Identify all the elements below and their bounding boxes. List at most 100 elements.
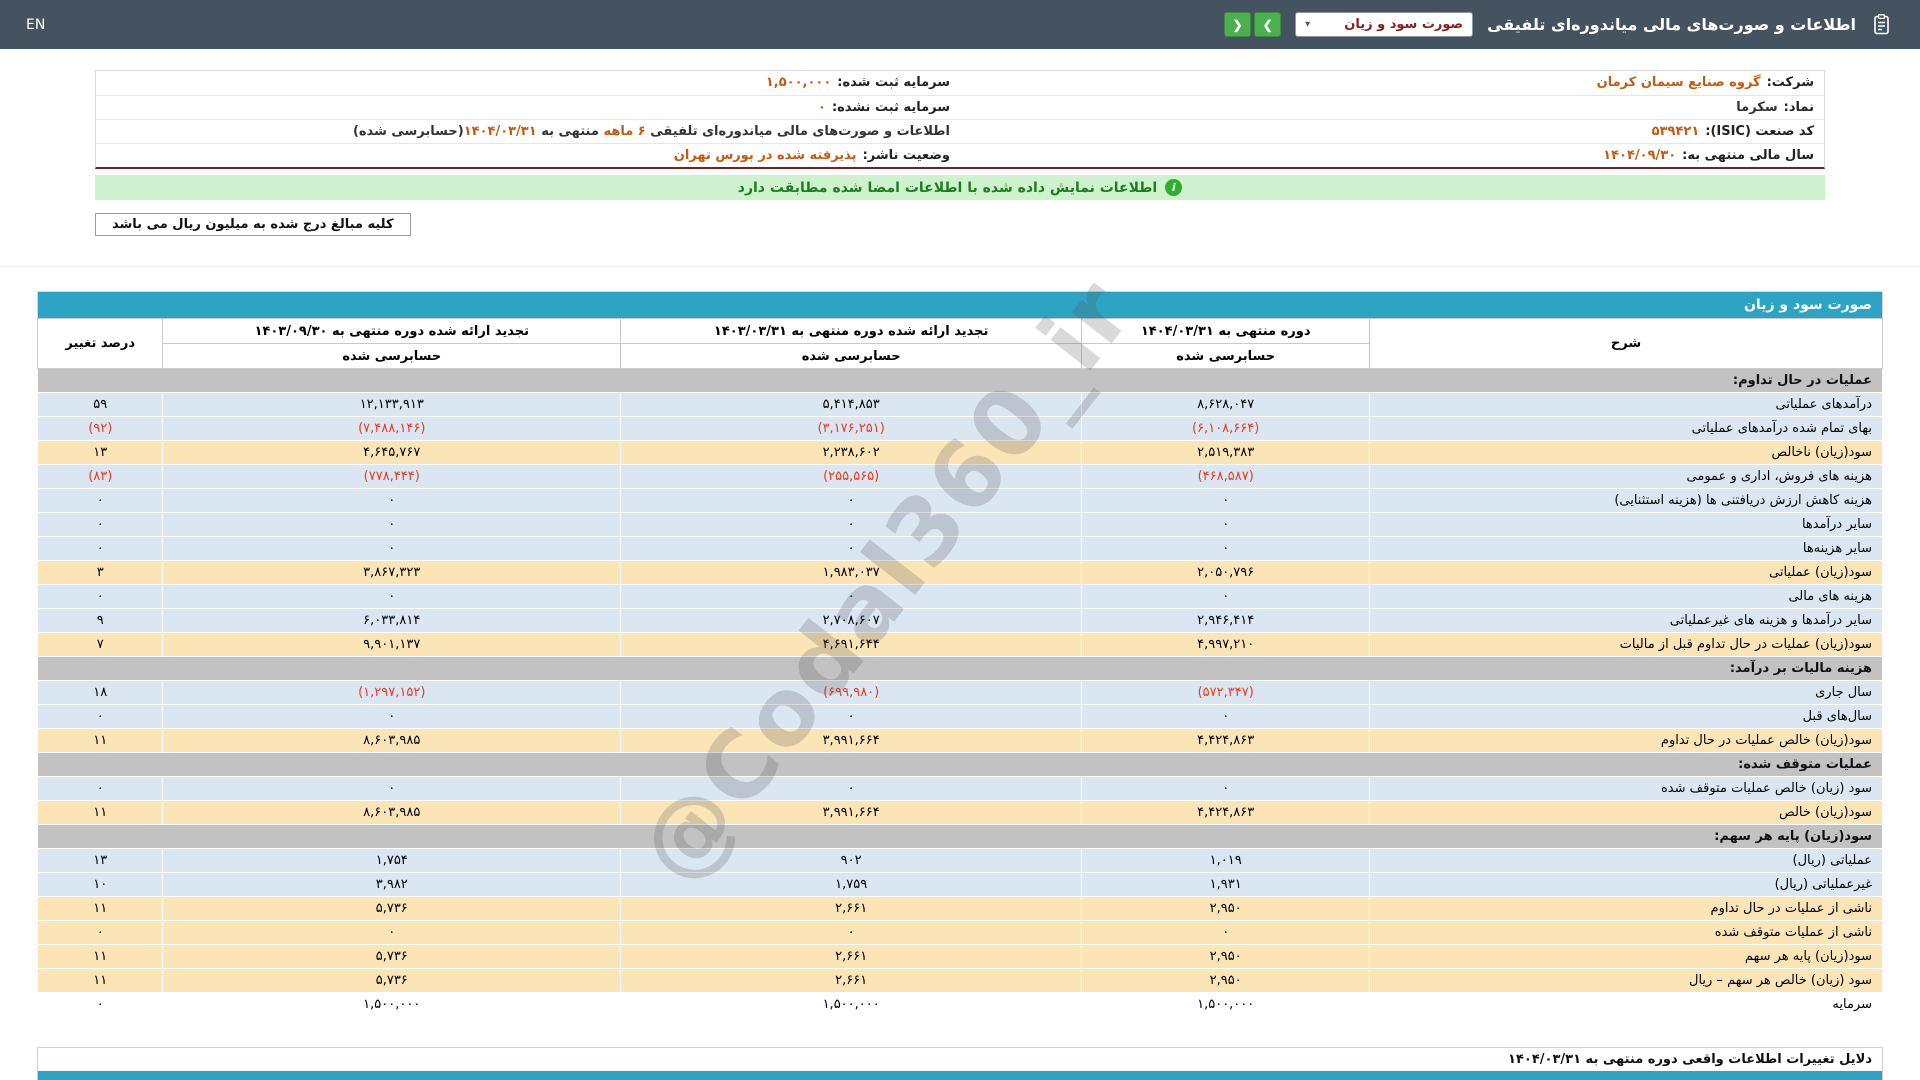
data-row: سود (زیان) خالص هر سهم – ریال۲,۹۵۰۲,۶۶۱۵… bbox=[38, 969, 1883, 993]
section-row: عملیات متوقف شده: bbox=[38, 753, 1883, 777]
company-info-text: ۱,۵۰۰,۰۰۰ bbox=[766, 75, 831, 90]
value-cell: ۱,۹۸۳,۰۳۷ bbox=[621, 561, 1082, 585]
row-label: سود(زیان) عملیاتی bbox=[1370, 561, 1883, 585]
statement-title: صورت سود و زیان bbox=[38, 292, 1883, 319]
company-info-cell: سال مالی منتهی به: ۱۴۰۴/۰۹/۳۰ bbox=[960, 143, 1824, 167]
column-header-period3: تجدید ارائه شده دوره منتهی به ۱۴۰۳/۰۹/۳۰ bbox=[163, 319, 621, 344]
statement-header-row: شرح دوره منتهی به ۱۴۰۴/۰۳/۳۱ تجدید ارائه… bbox=[38, 319, 1883, 344]
value-cell: ۰ bbox=[1082, 513, 1370, 537]
row-label: سود(زیان) پایه هر سهم bbox=[1370, 945, 1883, 969]
value-cell: ۱,۵۰۰,۰۰۰ bbox=[1082, 993, 1370, 1017]
company-info-text: پذیرفته شده در بورس تهران bbox=[674, 148, 857, 163]
row-label: ناشی از عملیات در حال تداوم bbox=[1370, 897, 1883, 921]
value-cell: ۱۰ bbox=[38, 873, 163, 897]
data-row: سود(زیان) خالص عملیات در حال تداوم۴,۴۲۴,… bbox=[38, 729, 1883, 753]
company-info-text: ۱۴۰۴/۰۹/۳۰ bbox=[1603, 148, 1676, 163]
company-info-cell: کد صنعت (ISIC):۵۳۹۴۲۱ bbox=[960, 119, 1824, 143]
company-info-cell: شرکت:گروه صنایع سیمان کرمان bbox=[960, 71, 1824, 95]
value-cell: (۵۷۲,۳۴۷) bbox=[1082, 681, 1370, 705]
footer-title: دلایل تغییرات اطلاعات واقعی دوره منتهی ب… bbox=[38, 1048, 1882, 1071]
value-cell: ۵۹ bbox=[38, 393, 163, 417]
value-cell: (۶,۱۰۸,۶۶۴) bbox=[1082, 417, 1370, 441]
language-toggle[interactable]: EN bbox=[26, 17, 45, 33]
value-cell: ۳,۹۹۱,۶۶۴ bbox=[621, 801, 1082, 825]
company-info-cell: وضعیت ناشر:پذیرفته شده در بورس تهران bbox=[96, 143, 960, 167]
section-row: عملیات در حال تداوم: bbox=[38, 369, 1883, 393]
value-cell: ۴,۶۴۵,۷۶۷ bbox=[163, 441, 621, 465]
value-cell: ۰ bbox=[163, 585, 621, 609]
data-row: سال جاری(۵۷۲,۳۴۷)(۶۹۹,۹۸۰)(۱,۲۹۷,۱۵۲)۱۸ bbox=[38, 681, 1883, 705]
report-icon bbox=[1870, 13, 1894, 37]
company-info-text: سال مالی منتهی به: bbox=[1682, 148, 1814, 163]
row-label: سود (زیان) خالص عملیات متوقف شده bbox=[1370, 777, 1883, 801]
value-cell: ۳ bbox=[38, 561, 163, 585]
value-cell: ۹ bbox=[38, 609, 163, 633]
value-cell: ۲,۹۴۶,۴۱۴ bbox=[1082, 609, 1370, 633]
row-label: سایر هزینه‌ها bbox=[1370, 537, 1883, 561]
nav-back-button[interactable]: ❮ bbox=[1224, 12, 1251, 37]
value-cell: ۰ bbox=[1082, 777, 1370, 801]
value-cell: ۰ bbox=[621, 777, 1082, 801]
value-cell: ۹,۹۰۱,۱۳۷ bbox=[163, 633, 621, 657]
data-row: سایر هزینه‌ها۰۰۰۰ bbox=[38, 537, 1883, 561]
value-cell: ۱۱ bbox=[38, 801, 163, 825]
value-cell: ۲,۶۶۱ bbox=[621, 897, 1082, 921]
data-row: سود(زیان) عملیاتی۲,۰۵۰,۷۹۶۱,۹۸۳,۰۳۷۳,۸۶۷… bbox=[38, 561, 1883, 585]
value-cell: ۴,۶۹۱,۶۴۴ bbox=[621, 633, 1082, 657]
footer-teal-bar bbox=[38, 1071, 1882, 1080]
company-info-cell: اطلاعات و صورت‌های مالی میاندوره‌ای تلفی… bbox=[96, 119, 960, 143]
value-cell: ۸,۶۰۳,۹۸۵ bbox=[163, 801, 621, 825]
row-label: سال جاری bbox=[1370, 681, 1883, 705]
company-info-text: ۱۴۰۴/۰۳/۳۱ bbox=[464, 124, 537, 139]
value-cell: ۷ bbox=[38, 633, 163, 657]
page-title: اطلاعات و صورت‌های مالی میاندوره‌ای تلفی… bbox=[1487, 15, 1856, 34]
value-cell: ۰ bbox=[1082, 705, 1370, 729]
row-label: سود (زیان) خالص هر سهم – ریال bbox=[1370, 969, 1883, 993]
company-info-text: کد صنعت (ISIC): bbox=[1705, 124, 1814, 139]
value-cell: ۴,۴۲۴,۸۶۳ bbox=[1082, 729, 1370, 753]
statement-type-select[interactable]: صورت سود و زیان ▾ bbox=[1295, 12, 1473, 37]
section-row: سود(زیان) پایه هر سهم: bbox=[38, 825, 1883, 849]
value-cell: ۱,۵۰۰,۰۰۰ bbox=[621, 993, 1082, 1017]
row-label: عملیاتی (ریال) bbox=[1370, 849, 1883, 873]
value-cell: ۰ bbox=[621, 513, 1082, 537]
data-row: سود(زیان) ناخالص۲,۵۱۹,۳۸۳۲,۲۳۸,۶۰۲۴,۶۴۵,… bbox=[38, 441, 1883, 465]
company-info-cell: سرمایه ثبت شده:۱,۵۰۰,۰۰۰ bbox=[96, 71, 960, 95]
data-row: هزینه های مالی۰۰۰۰ bbox=[38, 585, 1883, 609]
company-info-row: شرکت:گروه صنایع سیمان کرمانسرمایه ثبت شد… bbox=[96, 71, 1824, 95]
data-row: سود(زیان) خالص۴,۴۲۴,۸۶۳۳,۹۹۱,۶۶۴۸,۶۰۳,۹۸… bbox=[38, 801, 1883, 825]
data-row: بهای تمام شده درآمدهای عملیاتی(۶,۱۰۸,۶۶۴… bbox=[38, 417, 1883, 441]
value-cell: ۳,۹۹۱,۶۶۴ bbox=[621, 729, 1082, 753]
value-cell: ۰ bbox=[1082, 921, 1370, 945]
section-label: هزینه مالیات بر درآمد: bbox=[38, 657, 1883, 681]
value-cell: (۱,۲۹۷,۱۵۲) bbox=[163, 681, 621, 705]
section-label: سود(زیان) پایه هر سهم: bbox=[38, 825, 1883, 849]
value-cell: ۱۱ bbox=[38, 897, 163, 921]
nav-forward-button[interactable]: ❯ bbox=[1254, 12, 1281, 37]
value-cell: ۵,۴۱۴,۸۵۳ bbox=[621, 393, 1082, 417]
info-icon: i bbox=[1165, 179, 1182, 196]
value-cell: ۵,۷۳۶ bbox=[163, 969, 621, 993]
data-row: سرمایه۱,۵۰۰,۰۰۰۱,۵۰۰,۰۰۰۱,۵۰۰,۰۰۰۰ bbox=[38, 993, 1883, 1017]
column-header-pct-change: درصد تغییر bbox=[38, 319, 163, 369]
section-divider bbox=[0, 266, 1920, 267]
value-cell: ۳,۸۶۷,۳۲۳ bbox=[163, 561, 621, 585]
value-cell: ۶,۰۳۳,۸۱۴ bbox=[163, 609, 621, 633]
value-cell: (۳,۱۷۶,۲۵۱) bbox=[621, 417, 1082, 441]
company-info-text: گروه صنایع سیمان کرمان bbox=[1597, 75, 1761, 90]
value-cell: ۴,۴۲۴,۸۶۳ bbox=[1082, 801, 1370, 825]
value-cell: ۱۱ bbox=[38, 945, 163, 969]
row-label: سود(زیان) خالص bbox=[1370, 801, 1883, 825]
signature-match-text: اطلاعات نمایش داده شده با اطلاعات امضا ش… bbox=[738, 180, 1157, 196]
value-cell: ۳,۹۸۲ bbox=[163, 873, 621, 897]
data-row: عملیاتی (ریال)۱,۰۱۹۹۰۲۱,۷۵۴۱۳ bbox=[38, 849, 1883, 873]
section-label: عملیات در حال تداوم: bbox=[38, 369, 1883, 393]
company-info-text: سکرما bbox=[1736, 100, 1777, 115]
company-info-text: ۶ ماهه bbox=[603, 124, 645, 139]
value-cell: ۰ bbox=[1082, 537, 1370, 561]
income-statement-table: صورت سود و زیان شرح دوره منتهی به ۱۴۰۴/۰… bbox=[37, 291, 1883, 1017]
company-info-text: ۰ bbox=[818, 100, 826, 115]
value-cell: ۰ bbox=[38, 489, 163, 513]
row-label: غیرعملیاتی (ریال) bbox=[1370, 873, 1883, 897]
signature-match-banner: i اطلاعات نمایش داده شده با اطلاعات امضا… bbox=[95, 175, 1825, 200]
